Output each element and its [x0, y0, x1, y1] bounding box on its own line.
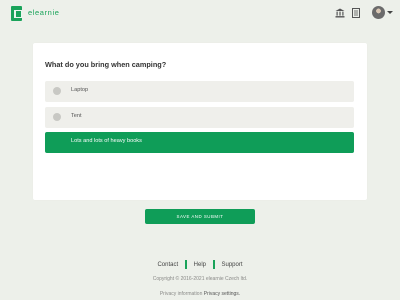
footer-link-support[interactable]: Support: [222, 262, 243, 268]
radio-icon[interactable]: [53, 113, 61, 121]
radio-icon[interactable]: [53, 87, 61, 95]
privacy-line: Privacy information Privacy settings.: [0, 291, 400, 297]
footer-link-contact[interactable]: Contact: [157, 262, 178, 268]
quiz-card: What do you bring when camping? Laptop T…: [33, 43, 367, 200]
save-and-submit-button[interactable]: SAVE AND SUBMIT: [145, 209, 255, 224]
question-title: What do you bring when camping?: [45, 60, 167, 69]
divider: [213, 260, 215, 269]
answer-option-tent[interactable]: Tent: [45, 107, 354, 128]
book-icon[interactable]: [351, 7, 361, 19]
avatar[interactable]: [372, 6, 385, 19]
logo-icon[interactable]: [11, 6, 22, 21]
footer-link-help[interactable]: Help: [194, 262, 206, 268]
answer-label: Lots and lots of heavy books: [71, 138, 142, 144]
privacy-info-text: Privacy information: [159, 291, 203, 297]
footer-links: Contact Help Support: [0, 260, 400, 269]
privacy-settings-link[interactable]: Privacy settings.: [204, 291, 240, 297]
chevron-down-icon[interactable]: [387, 11, 393, 14]
copyright-text: Copyright © 2016-2021 elearnie Czech ltd…: [152, 276, 248, 282]
brand-name[interactable]: elearnie: [28, 8, 60, 17]
top-bar: elearnie: [0, 0, 400, 28]
answer-label: Tent: [71, 113, 82, 119]
divider: [185, 260, 187, 269]
answer-option-laptop[interactable]: Laptop: [45, 81, 354, 102]
answer-option-heavy-books[interactable]: Lots and lots of heavy books: [45, 132, 354, 153]
bank-icon[interactable]: [335, 7, 345, 19]
answer-label: Laptop: [71, 87, 89, 93]
